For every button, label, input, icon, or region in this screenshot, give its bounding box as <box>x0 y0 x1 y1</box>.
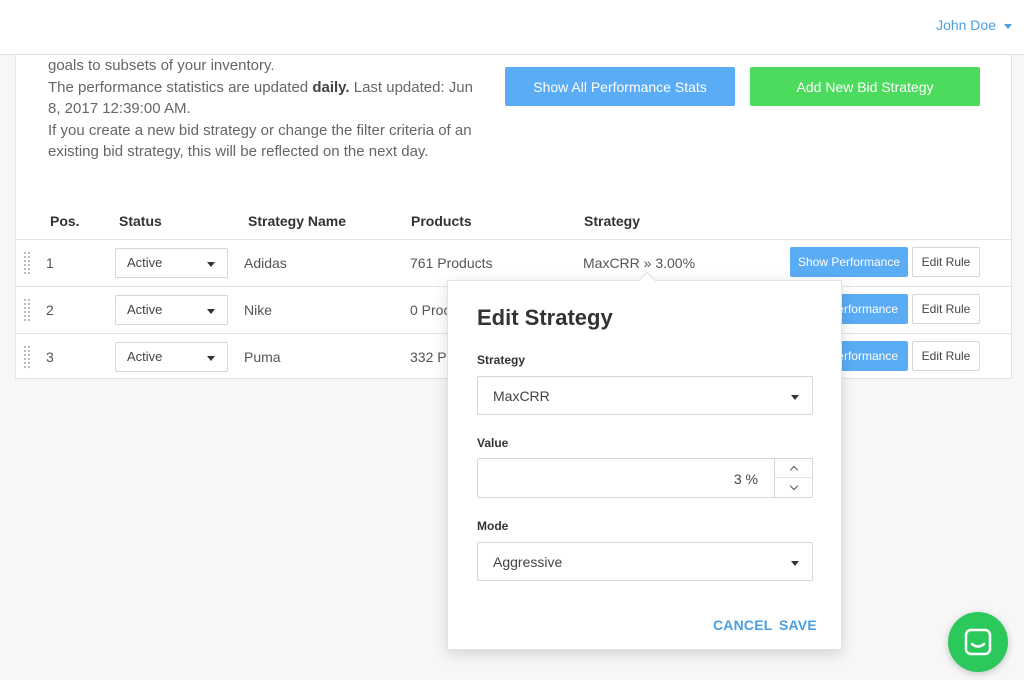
top-bar: John Doe <box>0 0 1024 55</box>
drag-handle-icon[interactable] <box>23 251 31 275</box>
column-header-strategy-name: Strategy Name <box>248 213 347 229</box>
chevron-down-icon <box>789 481 798 491</box>
column-header-status: Status <box>119 213 162 229</box>
intro-line: goals to subsets of your inventory. <box>48 57 275 74</box>
value-input-text: 3 % <box>733 471 758 487</box>
row-pos: 1 <box>46 255 54 271</box>
chat-icon <box>964 628 992 656</box>
products-count: 761 Products <box>410 255 493 271</box>
user-name[interactable]: John Doe <box>936 17 996 33</box>
column-header-pos: Pos. <box>50 213 80 229</box>
table-row: 1 Active Adidas 761 Products MaxCRR » 3.… <box>16 239 1011 286</box>
edit-rule-button[interactable]: Edit Rule <box>912 294 980 324</box>
drag-handle-icon[interactable] <box>23 345 31 369</box>
value-input[interactable]: 3 % <box>477 458 775 498</box>
updated-prefix: The performance statistics are updated <box>48 78 313 96</box>
caret-down-icon <box>207 309 215 314</box>
caret-down-icon <box>207 356 215 361</box>
user-menu[interactable]: John Doe <box>936 17 1012 33</box>
products-count: 332 P <box>410 349 447 365</box>
edit-strategy-popover: Edit Strategy Strategy MaxCRR Value 3 % … <box>447 271 842 650</box>
save-button[interactable]: SAVE <box>779 617 817 633</box>
intro-note: If you create a new bid strategy or chan… <box>48 121 472 161</box>
row-pos: 3 <box>46 349 54 365</box>
strategy-select-value: MaxCRR <box>493 388 550 404</box>
caret-down-icon <box>791 561 799 566</box>
drag-handle-icon[interactable] <box>23 298 31 322</box>
strategy-name: Puma <box>244 349 281 365</box>
chat-launcher-button[interactable] <box>948 612 1008 672</box>
caret-down-icon <box>207 262 215 267</box>
cancel-button[interactable]: CANCEL <box>713 617 773 633</box>
show-all-performance-stats-button[interactable]: Show All Performance Stats <box>505 67 735 106</box>
mode-select-value: Aggressive <box>493 554 563 570</box>
status-select[interactable]: Active <box>115 248 228 278</box>
stepper-down-button[interactable] <box>775 478 812 497</box>
chevron-up-icon <box>789 465 798 474</box>
mode-select[interactable]: Aggressive <box>477 542 813 581</box>
status-value: Active <box>127 255 163 270</box>
status-select[interactable]: Active <box>115 295 228 325</box>
status-value: Active <box>127 302 163 317</box>
strategy-name: Adidas <box>244 255 287 271</box>
updated-bold: daily. <box>312 78 350 96</box>
strategy-select[interactable]: MaxCRR <box>477 376 813 415</box>
stepper-up-button[interactable] <box>775 459 812 478</box>
value-stepper[interactable] <box>775 458 813 498</box>
column-header-products: Products <box>411 213 472 229</box>
caret-down-icon[interactable] <box>1004 24 1012 29</box>
edit-rule-button[interactable]: Edit Rule <box>912 247 980 277</box>
intro-updated: The performance statistics are updated d… <box>48 77 478 120</box>
column-header-strategy: Strategy <box>584 213 641 229</box>
status-select[interactable]: Active <box>115 342 228 372</box>
add-new-bid-strategy-button[interactable]: Add New Bid Strategy <box>750 67 980 106</box>
mode-label: Mode <box>477 519 509 533</box>
row-pos: 2 <box>46 302 54 318</box>
strategy-name: Nike <box>244 302 273 318</box>
caret-down-icon <box>791 395 799 400</box>
intro-text: goals to subsets of your inventory. The … <box>48 55 478 163</box>
value-label: Value <box>477 436 509 450</box>
show-performance-button[interactable]: Show Performance <box>790 247 908 277</box>
popover-title: Edit Strategy <box>477 305 613 330</box>
strategy-label: Strategy <box>477 353 526 367</box>
status-value: Active <box>127 349 163 364</box>
edit-rule-button[interactable]: Edit Rule <box>912 341 980 371</box>
products-count: 0 Proc <box>410 302 451 318</box>
strategy-summary[interactable]: MaxCRR » 3.00% <box>583 255 695 271</box>
